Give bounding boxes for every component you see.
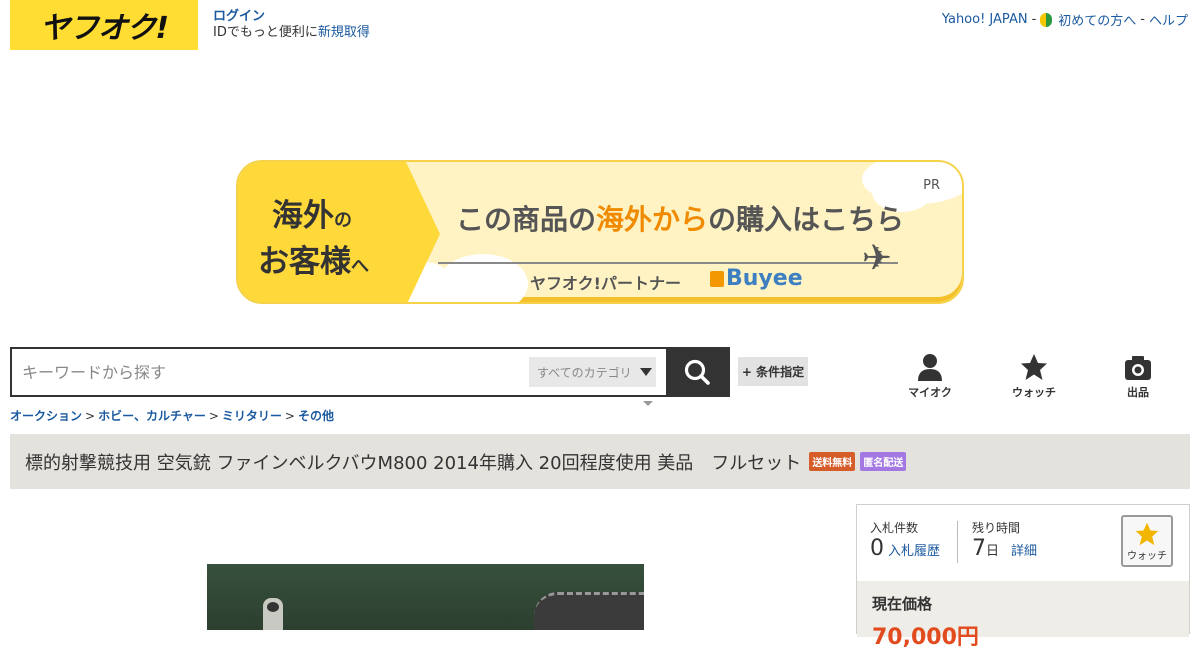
myauc-label: マイオク [908,386,952,399]
sell-button[interactable]: 出品 [1108,352,1168,400]
bid-history-link[interactable]: 入札履歴 [888,544,940,559]
breadcrumb-item[interactable]: オークション [10,409,82,423]
login-box: ログイン IDでもっと便利に新規取得 [213,9,370,41]
free-shipping-badge: 送料無料 [809,452,856,471]
bid-count-label: 入札件数 [870,521,919,535]
watch-nav-label: ウォッチ [1012,386,1056,399]
banner-customer-text: お客様へ [258,244,369,280]
search-button[interactable] [666,349,728,395]
search-bar: すべてのカテゴリ [10,347,730,397]
watch-label: ウォッチ [1127,550,1167,562]
yahoo-auctions-logo[interactable]: ヤフオク! [10,0,198,50]
time-left: 残り時間 7日 詳細 [972,519,1037,561]
bid-count-value: 0 [870,536,884,561]
item-title-bar: 標的射撃競技用 空気銃 ファインベルクバウM800 2014年購入 20回程度使… [10,434,1190,489]
sell-label: 出品 [1127,386,1149,399]
chevron-down-icon [639,368,652,376]
camera-icon [1125,356,1151,380]
watch-button[interactable]: ウォッチ [1121,515,1173,567]
beginner-link[interactable]: 初めての方へ [1058,10,1136,29]
current-price-section: 現在価格 70,000円 [857,581,1189,650]
conditions-button[interactable]: + 条件指定 [738,357,808,386]
yahoo-japan-link[interactable]: Yahoo! JAPAN [942,12,1028,27]
time-detail-link[interactable]: 詳細 [1011,544,1037,559]
breadcrumb-item[interactable]: ミリタリー [222,409,282,423]
bid-count: 入札件数 0 入札履歴 [870,519,940,561]
login-link[interactable]: ログイン [213,9,370,25]
dropdown-hint-icon [643,401,653,406]
help-link[interactable]: ヘルプ [1149,10,1188,29]
star-icon [1135,522,1159,545]
banner-overseas-text: 海外の [272,198,352,234]
time-left-label: 残り時間 [972,521,1021,535]
search-input[interactable] [12,349,529,395]
user-icon [918,354,942,381]
airplane-icon: ✈ [861,238,892,279]
item-title: 標的射撃競技用 空気銃 ファインベルクバウM800 2014年購入 20回程度使… [25,452,802,474]
buyee-logo: Buyee [710,266,803,291]
top-links: Yahoo! JAPAN - 初めての方へ - ヘルプ [942,10,1188,29]
pr-label: PR [923,178,940,193]
separator: - [1140,12,1145,27]
breadcrumb-item[interactable]: その他 [298,409,334,423]
breadcrumb-item[interactable]: ホビー、カルチャー [98,409,206,423]
current-price-value: 70,000円 [872,625,979,650]
login-sub-text: IDでもっと便利に [213,25,318,40]
star-icon [1021,354,1047,380]
register-link[interactable]: 新規取得 [318,25,370,40]
category-select-label: すべてのカテゴリ [537,365,632,380]
watch-nav-button[interactable]: ウォッチ [1004,352,1064,400]
beginner-icon [1040,12,1053,27]
logo-text: ヤフオク! [39,11,169,46]
current-price-label: 現在価格 [872,595,933,613]
banner-partner-text: ヤフオク!パートナー [530,274,681,293]
separator: - [1031,12,1037,27]
category-select[interactable]: すべてのカテゴリ [529,357,656,387]
product-image[interactable] [207,564,644,630]
banner-headline: この商品の海外からの購入はこちら [456,203,905,236]
anonymous-shipping-badge: 匿名配送 [860,452,907,471]
bid-panel: 入札件数 0 入札履歴 残り時間 7日 詳細 ウォッチ 現在価格 70,000円 [856,504,1190,650]
bag-icon [710,271,724,287]
myauc-button[interactable]: マイオク [900,352,960,400]
search-icon [684,359,710,385]
buyee-banner[interactable]: 海外の お客様へ PR この商品の海外からの購入はこちら ✈ ヤフオク!パートナ… [236,160,964,304]
time-left-value: 7 [972,536,986,561]
breadcrumb: オークション > ホビー、カルチャー > ミリタリー > その他 [10,409,334,423]
time-left-unit: 日 [986,544,1000,559]
